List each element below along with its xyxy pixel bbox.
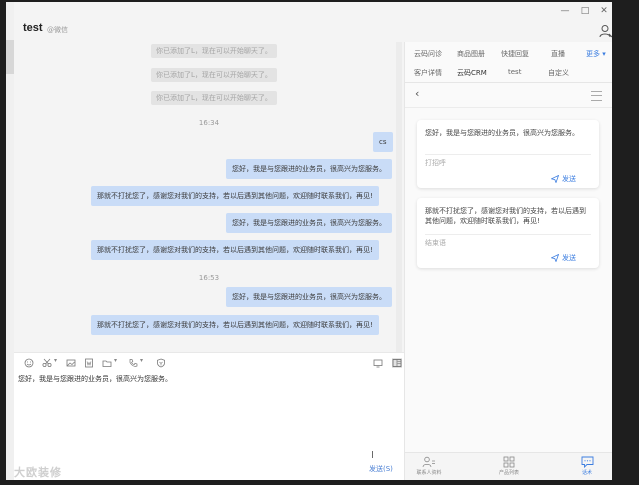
timestamp: 16:34 xyxy=(198,119,220,127)
watermark: 大欧装修 xyxy=(14,466,62,479)
message-bubble[interactable]: 那就不打扰您了，感谢您对我们的支持，若以后遇到其他问题，欢迎随时联系我们，再见! xyxy=(91,186,379,206)
tab-yunma-consult[interactable]: 云码问诊 xyxy=(414,49,442,59)
message-scrollbar[interactable] xyxy=(396,42,402,352)
chat-bubble-icon xyxy=(581,456,593,468)
script-card[interactable]: 那就不打扰您了，感谢您对我们的支持，若以后遇到其他问题，欢迎随时联系我们，再见!… xyxy=(417,198,599,268)
back-icon[interactable]: ‹ xyxy=(415,87,419,100)
app-window: test @微信 — □ ✕ 你已添加了L，现在可以开始聊天了。 你已添加了L，… xyxy=(6,2,612,480)
tab-test[interactable]: test xyxy=(508,68,521,76)
card-divider xyxy=(425,154,591,155)
shield-icon[interactable] xyxy=(156,358,166,368)
chat-title: test xyxy=(23,22,43,34)
system-message: 你已添加了L，现在可以开始聊天了。 xyxy=(151,44,277,58)
close-button[interactable]: ✕ xyxy=(596,5,612,17)
panel-bottom-nav: 联系人资料 产品列表 话术 xyxy=(405,452,612,480)
phone-icon[interactable] xyxy=(128,358,138,368)
message-bubble[interactable]: 您好，我是与您跟进的业务员，很高兴为您服务。 xyxy=(226,287,392,307)
nav-label: 产品列表 xyxy=(498,470,519,476)
chevron-down-icon[interactable]: ▾ xyxy=(140,357,143,364)
script-card[interactable]: 您好，我是与您跟进的业务员，很高兴为您服务。 打招呼 发送 xyxy=(417,120,599,188)
chat-header: test @微信 — □ ✕ xyxy=(14,2,612,42)
contact-icon xyxy=(422,456,435,468)
scissors-icon[interactable] xyxy=(42,358,52,368)
system-message: 你已添加了L，现在可以开始聊天了。 xyxy=(151,91,277,105)
message-bubble[interactable]: 您好，我是与您跟进的业务员，很高兴为您服务。 xyxy=(226,159,392,179)
chevron-down-icon[interactable]: ▾ xyxy=(54,357,57,364)
tab-live[interactable]: 直播 xyxy=(551,49,565,59)
message-list[interactable]: 你已添加了L，现在可以开始聊天了。 你已添加了L，现在可以开始聊天了。 你已添加… xyxy=(14,42,404,352)
input-toolbar: ▾ ▾ ▾ xyxy=(14,352,404,373)
menu-icon[interactable] xyxy=(591,91,602,101)
card-divider xyxy=(425,234,591,235)
tab-yunma-crm[interactable]: 云码CRM xyxy=(457,68,487,78)
script-card-text: 您好，我是与您跟进的业务员，很高兴为您服务。 xyxy=(425,129,579,137)
layout-icon[interactable] xyxy=(392,358,402,368)
paper-plane-icon xyxy=(551,254,559,262)
message-input[interactable] xyxy=(14,372,404,480)
gutter-marker xyxy=(6,40,14,74)
user-icon[interactable] xyxy=(599,24,612,38)
image-icon[interactable] xyxy=(66,358,76,368)
input-draft-text: 您好，我是与您跟进的业务员，很高兴为您服务。 xyxy=(18,375,172,383)
nav-label: 联系人资料 xyxy=(416,470,442,476)
chevron-down-icon[interactable]: ▾ xyxy=(114,357,117,364)
minimize-button[interactable]: — xyxy=(557,5,573,17)
message-bubble[interactable]: 您好，我是与您跟进的业务员，很高兴为您服务。 xyxy=(226,213,392,233)
script-send-button[interactable]: 发送 xyxy=(562,253,576,263)
chat-source: @微信 xyxy=(47,26,68,34)
tab-product-album[interactable]: 商品图册 xyxy=(457,49,485,59)
nav-label: 话术 xyxy=(581,470,592,476)
screen-icon[interactable] xyxy=(373,358,383,368)
tab-quick-reply[interactable]: 快捷回复 xyxy=(501,49,529,59)
nav-contact-profile[interactable]: 联系人资料 xyxy=(409,456,449,476)
word-file-icon[interactable] xyxy=(84,358,94,368)
script-send-button[interactable]: 发送 xyxy=(562,174,576,184)
text-cursor: I xyxy=(371,450,374,461)
tab-custom[interactable]: 自定义 xyxy=(548,68,569,78)
paper-plane-icon xyxy=(551,175,559,183)
folder-icon[interactable] xyxy=(102,358,112,368)
send-button[interactable]: 发送(S) xyxy=(369,464,393,474)
message-bubble[interactable]: 那就不打扰您了，感谢您对我们的支持，若以后遇到其他问题，欢迎随时联系我们，再见! xyxy=(91,315,379,335)
side-panel: 云码问诊 商品图册 快捷回复 直播 更多 ▾ 客户详情 云码CRM test 自… xyxy=(405,42,612,480)
tab-customer-detail[interactable]: 客户详情 xyxy=(414,68,442,78)
nav-product-list[interactable]: 产品列表 xyxy=(489,456,529,476)
script-card-text: 那就不打扰您了，感谢您对我们的支持，若以后遇到其他问题，欢迎随时联系我们，再见! xyxy=(425,207,586,225)
nav-scripts[interactable]: 话术 xyxy=(567,456,607,476)
emoji-icon[interactable] xyxy=(24,358,34,368)
left-gutter xyxy=(6,2,14,480)
script-card-tag: 结束语 xyxy=(425,239,446,247)
script-card-tag: 打招呼 xyxy=(425,159,446,167)
panel-header: ‹ xyxy=(405,83,612,108)
message-bubble[interactable]: cs xyxy=(373,132,393,152)
system-message: 你已添加了L，现在可以开始聊天了。 xyxy=(151,68,277,82)
maximize-button[interactable]: □ xyxy=(577,5,593,17)
tab-more[interactable]: 更多 ▾ xyxy=(586,49,606,59)
message-bubble[interactable]: 那就不打扰您了，感谢您对我们的支持，若以后遇到其他问题，欢迎随时联系我们，再见! xyxy=(91,240,379,260)
timestamp: 16:53 xyxy=(198,274,220,282)
grid-icon xyxy=(503,456,515,468)
